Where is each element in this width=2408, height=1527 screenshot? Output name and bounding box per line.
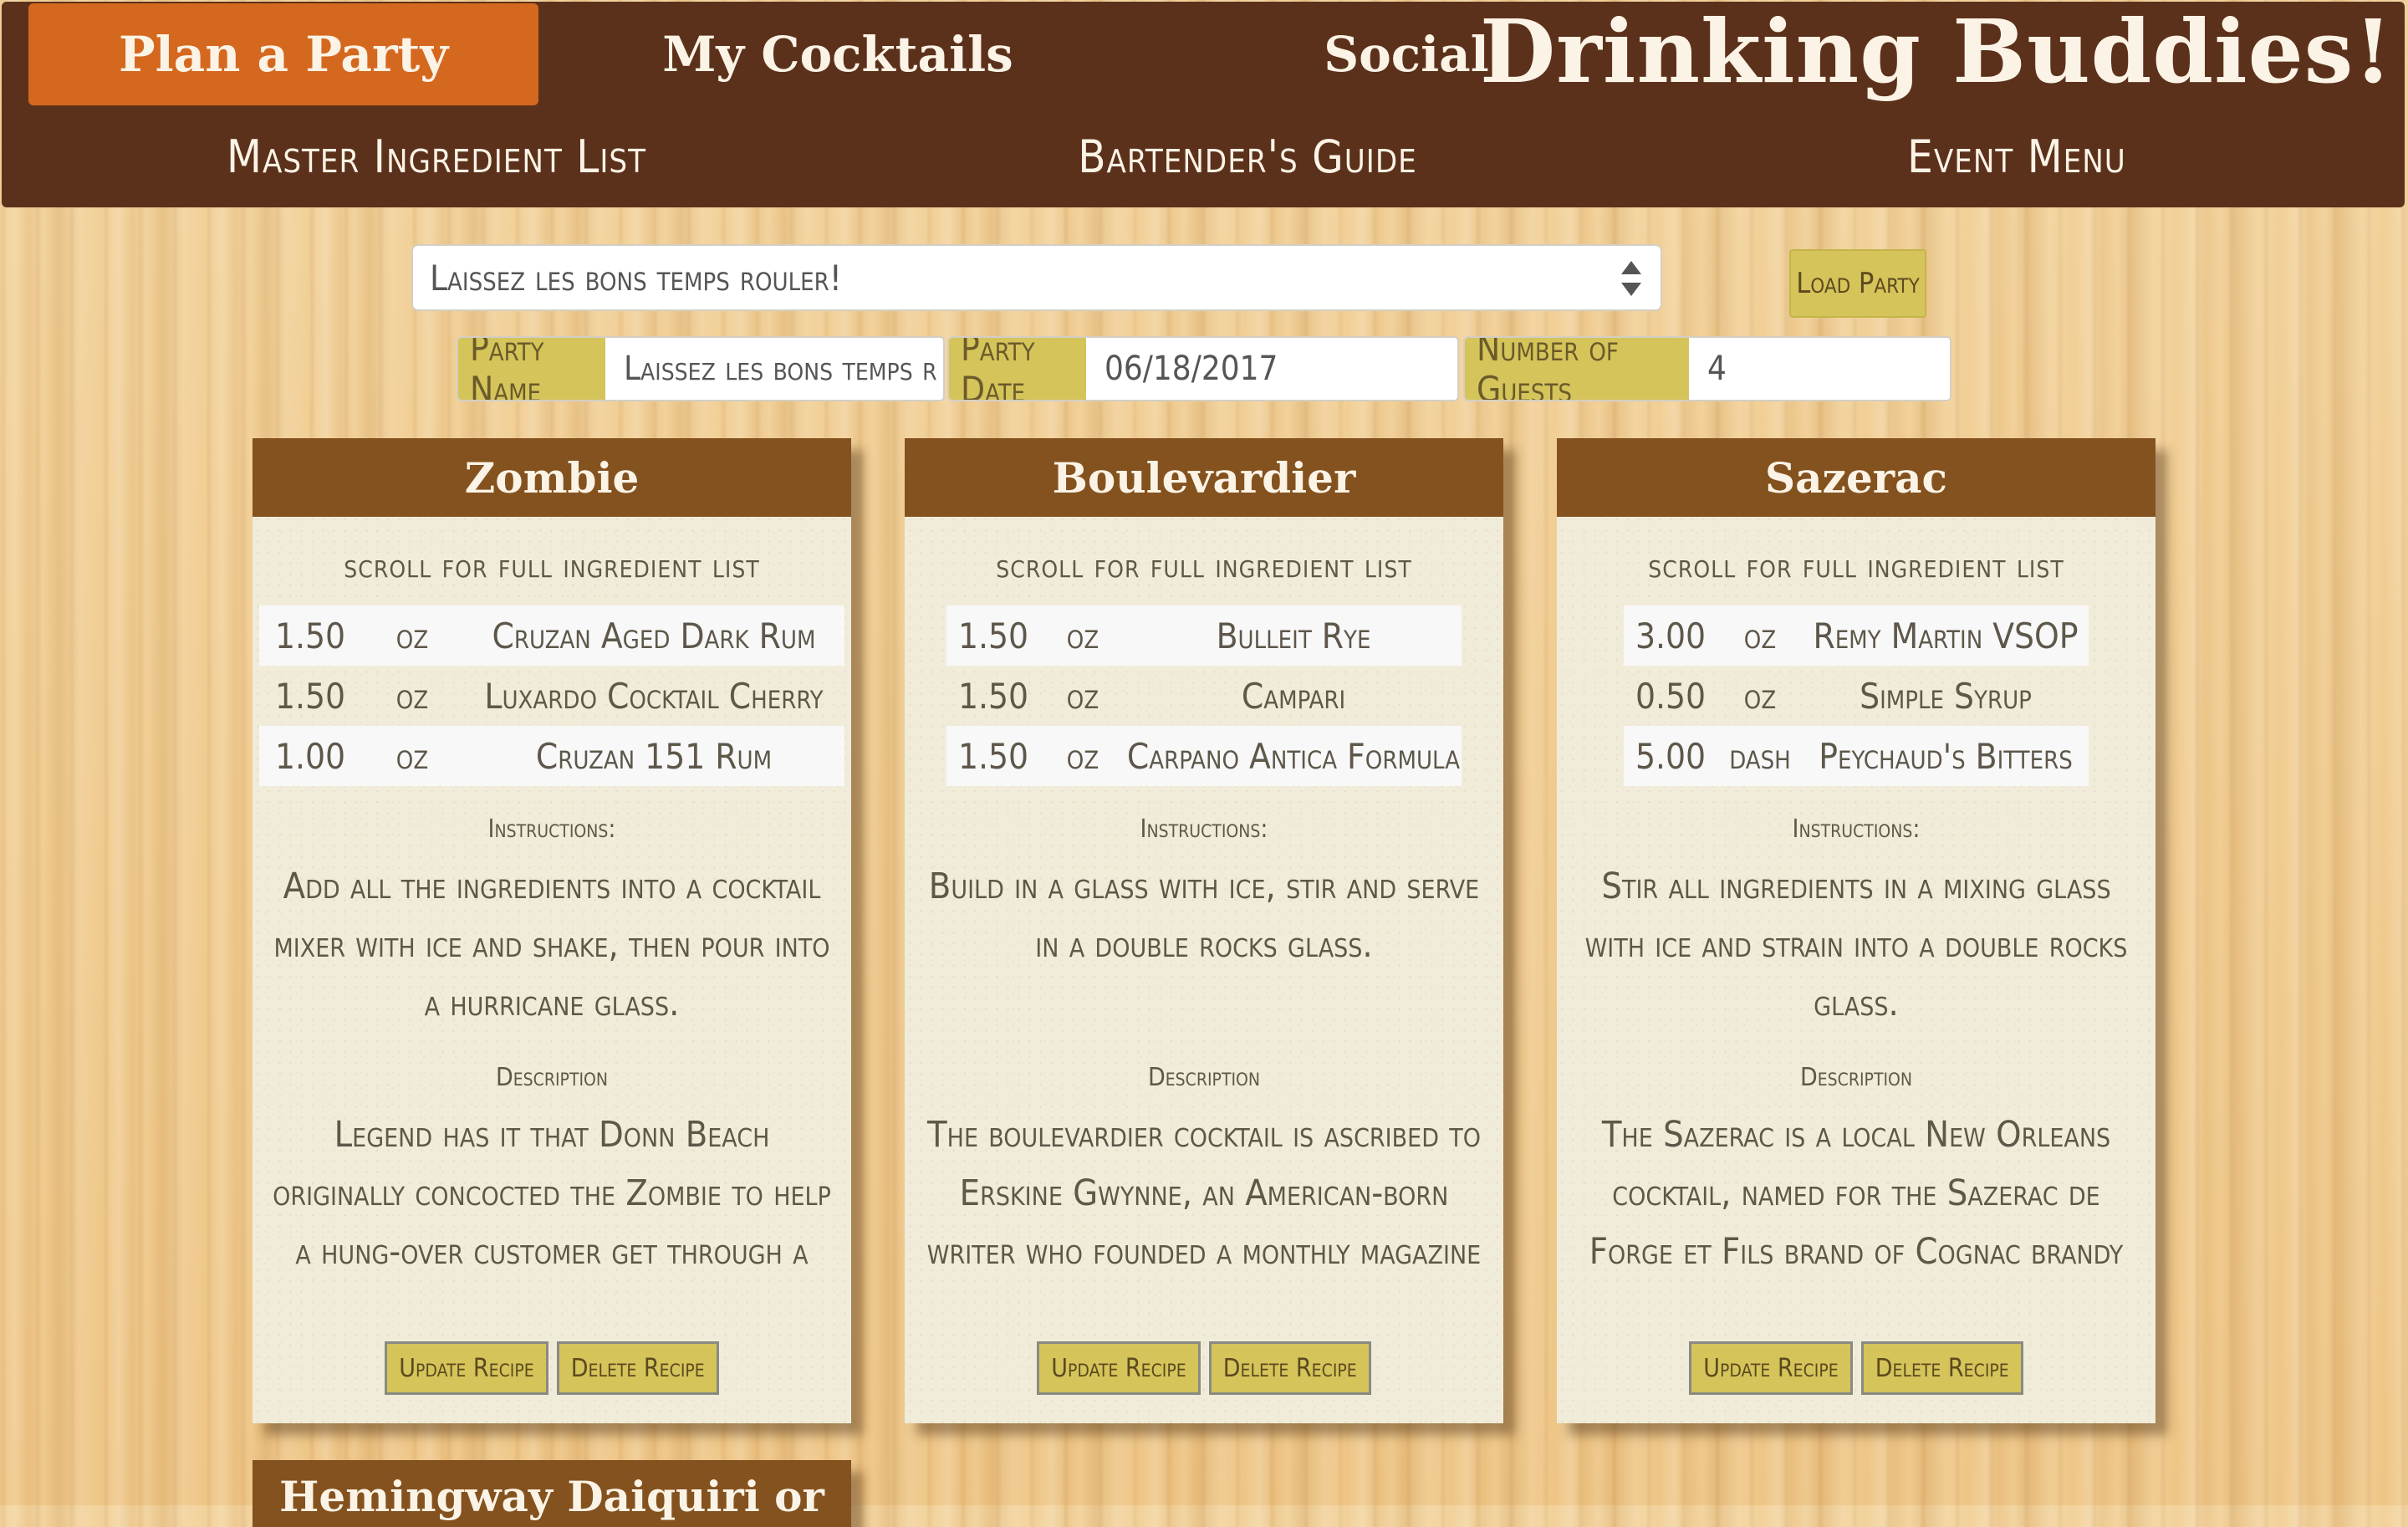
delete-recipe-button[interactable]: Delete Recipe [556, 1341, 719, 1395]
ingredient-amount: 0.50 [1635, 675, 1707, 717]
recipe-title: Zombie [253, 438, 851, 517]
ingredient-unit: oz [1743, 675, 1777, 717]
ingredient-unit: oz [1717, 605, 1803, 666]
instructions-label: Instructions: [1140, 815, 1268, 844]
ingredient-name: Simple Syrup [1860, 675, 2032, 717]
update-recipe-button[interactable]: Update Recipe [1037, 1341, 1201, 1395]
nav-event-menu[interactable]: Event Menu [1758, 123, 2276, 190]
ingredient-name: Peychaud's Bitters [1803, 726, 2089, 786]
recipe-card-sazerac: Sazerac scroll for full ingredient list … [1557, 438, 2155, 1423]
recipe-card-hemingway-daiquiri: Hemingway Daiquiri or [253, 1460, 851, 1527]
ingredient-unit: oz [1040, 605, 1125, 666]
description-text[interactable]: Legend has it that Donn Beach originally… [264, 1106, 839, 1281]
nav-master-ingredient-list[interactable]: Master Ingredient List [177, 123, 696, 190]
ingredient-name: Campari [1241, 675, 1346, 717]
instructions-label: Instructions: [1792, 815, 1921, 844]
scroll-note: scroll for full ingredient list [344, 547, 760, 585]
card-actions: Update Recipe Delete Recipe [253, 1341, 851, 1395]
ingredient-unit: oz [361, 726, 463, 786]
recipe-title: Hemingway Daiquiri or [253, 1460, 851, 1527]
party-date-input[interactable] [1086, 338, 1457, 400]
ingredient-amount: 1.00 [259, 726, 361, 786]
ingredient-amount: 5.00 [1624, 726, 1717, 786]
description-text[interactable]: The Sazerac is a local New Orleans cockt… [1569, 1106, 2144, 1281]
description-label: Description [495, 1063, 609, 1092]
description-text[interactable]: The boulevardier cocktail is ascribed to… [916, 1106, 1492, 1281]
top-nav-bar: Plan a Party My Cocktails Social Drinkin… [2, 0, 2405, 207]
ingredient-row: 0.50 oz Simple Syrup [1624, 666, 2089, 726]
party-date-field: Party Date [947, 336, 1459, 401]
card-actions: Update Recipe Delete Recipe [1557, 1341, 2155, 1395]
tab-plan-a-party[interactable]: Plan a Party [28, 3, 538, 105]
ingredient-row: 1.50 oz Luxardo Cocktail Cherry [259, 666, 844, 726]
ingredient-amount: 1.50 [957, 675, 1029, 717]
select-arrows-icon [1621, 261, 1641, 296]
ingredient-row: 5.00 dash Peychaud's Bitters [1624, 726, 2089, 786]
ingredient-name: Bulleit Rye [1125, 605, 1462, 666]
description-label: Description [1799, 1063, 1913, 1092]
guest-count-input[interactable] [1689, 338, 1950, 400]
description-label: Description [1147, 1063, 1261, 1092]
ingredient-amount: 1.50 [259, 605, 361, 666]
party-name-label: Party Name [458, 338, 605, 400]
ingredient-row: 1.00 oz Cruzan 151 Rum [259, 726, 844, 786]
ingredient-row: 1.50 oz Carpano Antica Formula [946, 726, 1462, 786]
brand-logo: Drinking Buddies! [1479, 0, 2393, 103]
ingredient-table[interactable]: 1.50 oz Cruzan Aged Dark Rum 1.50 oz Lux… [259, 605, 844, 786]
recipe-title: Sazerac [1557, 438, 2155, 517]
ingredient-name: Cruzan 151 Rum [463, 726, 844, 786]
update-recipe-button[interactable]: Update Recipe [385, 1341, 548, 1395]
ingredient-amount: 1.50 [946, 605, 1040, 666]
party-select-value: Laissez les bons temps rouler! [430, 257, 842, 299]
ingredient-name: Luxardo Cocktail Cherry [484, 675, 824, 717]
instructions-text: Build in a glass with ice, stir and serv… [928, 866, 1480, 966]
card-actions: Update Recipe Delete Recipe [905, 1341, 1503, 1395]
update-recipe-button[interactable]: Update Recipe [1689, 1341, 1853, 1395]
ingredient-amount: 3.00 [1624, 605, 1717, 666]
guest-count-label: Number of Guests [1465, 338, 1689, 400]
ingredient-unit: oz [1040, 726, 1125, 786]
instructions-text: Stir all ingredients in a mixing glass w… [1584, 866, 2128, 1024]
ingredient-table[interactable]: 1.50 oz Bulleit Rye 1.50 oz Campari 1.50… [946, 605, 1462, 786]
guest-count-field: Number of Guests [1463, 336, 1951, 401]
ingredient-name: Remy Martin VSOP [1803, 605, 2089, 666]
tab-my-cocktails[interactable]: My Cocktails [587, 2, 1089, 106]
party-name-field: Party Name [457, 336, 945, 401]
ingredient-unit: oz [1066, 675, 1099, 717]
delete-recipe-button[interactable]: Delete Recipe [1208, 1341, 1371, 1395]
scroll-note: scroll for full ingredient list [1648, 547, 2064, 585]
ingredient-table[interactable]: 3.00 oz Remy Martin VSOP 0.50 oz Simple … [1624, 605, 2089, 786]
ingredient-unit: oz [395, 675, 429, 717]
recipe-title: Boulevardier [905, 438, 1503, 517]
recipe-card-zombie: Zombie scroll for full ingredient list 1… [253, 438, 851, 1423]
ingredient-amount: 1.50 [274, 675, 346, 717]
ingredient-row: 3.00 oz Remy Martin VSOP [1624, 605, 2089, 666]
ingredient-unit: oz [361, 605, 463, 666]
delete-recipe-button[interactable]: Delete Recipe [1860, 1341, 2023, 1395]
ingredient-name: Cruzan Aged Dark Rum [463, 605, 844, 666]
recipe-card-boulevardier: Boulevardier scroll for full ingredient … [905, 438, 1503, 1423]
party-name-input[interactable] [605, 338, 943, 400]
party-select[interactable]: Laissez les bons temps rouler! [411, 244, 1662, 311]
ingredient-unit: dash [1717, 726, 1803, 786]
party-date-label: Party Date [949, 338, 1086, 400]
ingredient-row: 1.50 oz Cruzan Aged Dark Rum [259, 605, 844, 666]
instructions-label: Instructions: [487, 815, 616, 844]
ingredient-row: 1.50 oz Bulleit Rye [946, 605, 1462, 666]
nav-bartenders-guide[interactable]: Bartender's Guide [988, 123, 1507, 190]
scroll-note: scroll for full ingredient list [996, 547, 1412, 585]
ingredient-amount: 1.50 [946, 726, 1040, 786]
ingredient-row: 1.50 oz Campari [946, 666, 1462, 726]
ingredient-name: Carpano Antica Formula [1125, 726, 1462, 786]
instructions-text: Add all the ingredients into a cocktail … [273, 866, 830, 1024]
load-party-button[interactable]: Load Party [1789, 249, 1926, 318]
